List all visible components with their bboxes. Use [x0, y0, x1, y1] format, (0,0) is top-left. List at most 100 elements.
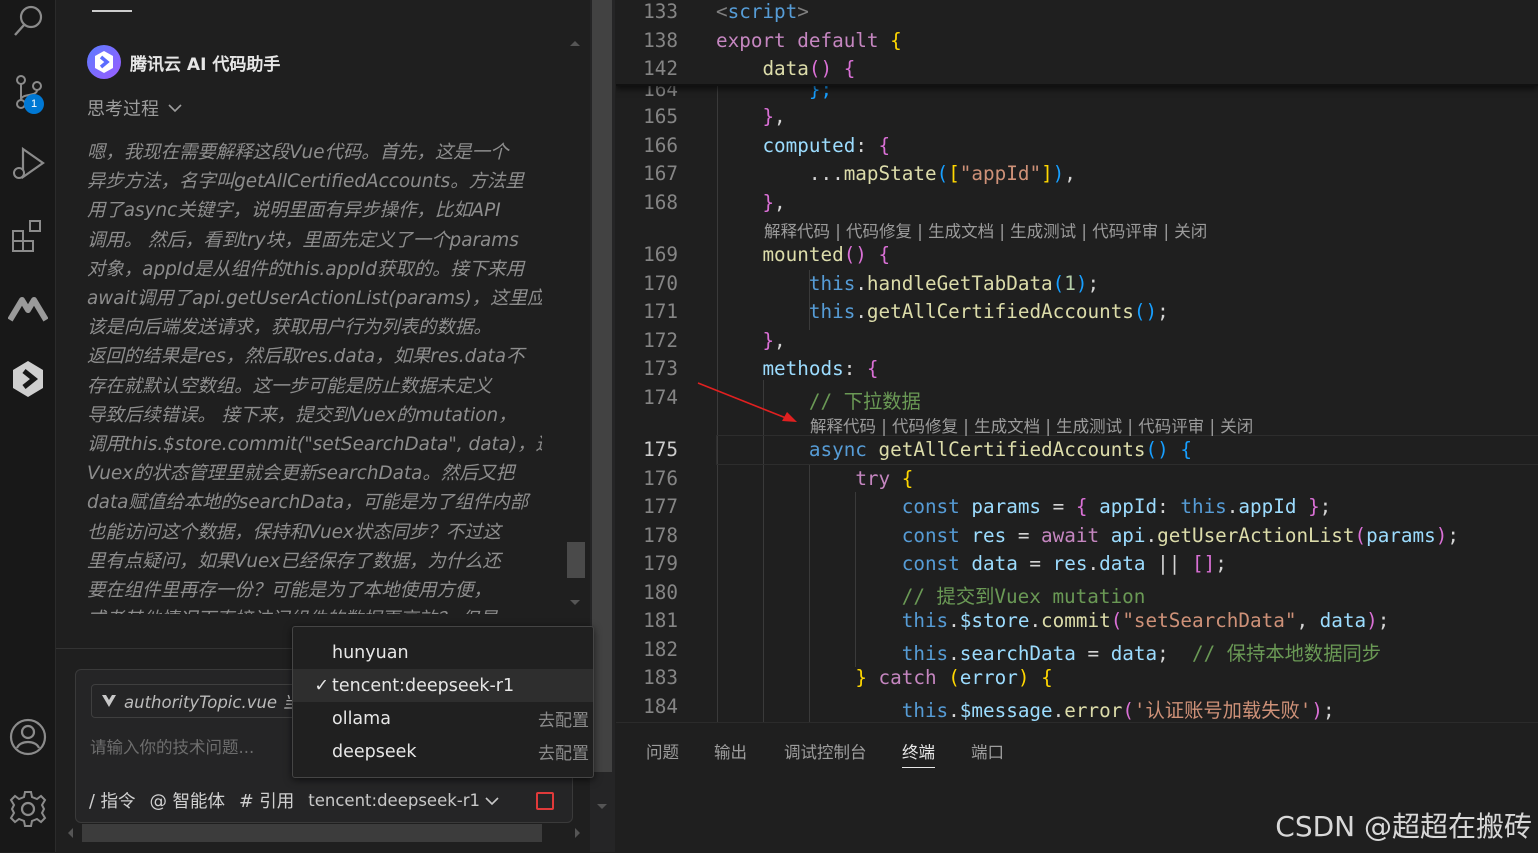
code-lens-actions[interactable]: 解释代码 | 代码修复 | 生成文档 | 生成测试 | 代码评审 | 关闭	[764, 218, 1207, 242]
model-option-name: hunyuan	[332, 642, 409, 663]
model-option[interactable]: hunyuan	[293, 636, 593, 669]
thought-line: 调用。 然后，看到try块，里面先定义了一个params	[87, 229, 519, 251]
agent-button[interactable]: @ 智能体	[149, 788, 225, 813]
code-line: ...mapState(["appId"]),	[716, 162, 1076, 185]
thought-line: data赋值给本地的searchData，可能是为了组件内部	[87, 492, 529, 514]
code-line: const params = { appId: this.appId };	[901, 495, 1332, 518]
thought-line: 要在组件里再存一份？可能是为了本地使用方便，	[87, 580, 492, 602]
code-lens-actions[interactable]: 解释代码 | 代码修复 | 生成文档 | 生成测试 | 代码评审 | 关闭	[810, 413, 1253, 437]
context-file-chip[interactable]: authorityTopic.vue 当	[91, 684, 310, 718]
thought-line: 里有点疑问，如果Vuex已经保存了数据，为什么还	[87, 550, 501, 572]
check-icon: ✓	[314, 675, 329, 696]
thought-line: 导致后续错误。 接下来，提交到Vuex的mutation，	[87, 404, 517, 426]
code-line: export default {	[716, 29, 902, 52]
line-number: 169	[643, 243, 678, 266]
thought-line: 调用this.$store.commit("setSearchData", da…	[87, 434, 542, 456]
stop-generation-button[interactable]	[536, 792, 554, 810]
side-scroll-thumb[interactable]	[567, 542, 585, 578]
configure-link[interactable]: 去配置	[538, 739, 589, 764]
search-icon[interactable]	[0, 0, 55, 46]
assistant-title: 腾讯云 AI 代码助手	[130, 54, 281, 75]
code-line: this.$message.error('认证账号加载失败');	[901, 699, 1335, 722]
side-horizontal-scrollbar[interactable]	[64, 822, 584, 844]
code-line: this.searchData = data; // 保持本地数据同步	[901, 642, 1382, 665]
thought-line: 对象，appId是从组件的this.appId获取的。接下来用	[87, 258, 525, 280]
panel-scroll-thumb[interactable]	[592, 0, 612, 772]
line-number: 177	[643, 495, 678, 518]
scroll-down-icon[interactable]	[590, 796, 615, 816]
tencent-ai-icon[interactable]	[0, 356, 55, 402]
line-number: 179	[643, 552, 678, 575]
code-line: <script>	[716, 0, 809, 23]
model-dropdown: hunyuan ✓ tencent:deepseek-r1 ollama 去配置 deep…	[292, 626, 594, 778]
code-line: this.getAllCertifiedAccounts();	[808, 300, 1169, 323]
thought-line: 存在就默认空数组。这一步可能是防止数据未定义	[87, 375, 492, 397]
extensions-icon[interactable]	[0, 214, 55, 260]
chat-toolbar: / 指令 @ 智能体 # 引用 tencent:deepseek-r1	[89, 788, 500, 813]
tab-terminal[interactable]: 终端	[902, 739, 935, 768]
thought-line: Vuex的状态管理里就会更新searchData。然后又把	[87, 463, 515, 485]
tab-debug-console[interactable]: 调试控制台	[784, 739, 867, 763]
thought-line: await调用了api.getUserActionList(params)，这里…	[87, 288, 542, 310]
side-panel-scrollbar[interactable]	[564, 34, 586, 614]
code-line: async getAllCertifiedAccounts() {	[808, 438, 1192, 461]
tab-problems[interactable]: 问题	[646, 739, 679, 763]
code-line: } catch (error) {	[855, 666, 1053, 689]
scroll-right-icon[interactable]	[570, 822, 584, 844]
thought-line: 或者其他情况下直接访问组件的数据更高效？ 但是	[87, 605, 542, 614]
codebuddy-m-icon[interactable]	[0, 286, 55, 332]
instruction-button[interactable]: / 指令	[89, 788, 135, 813]
code-editor[interactable]: 133 <script> 138 export default { 142 da…	[616, 0, 1538, 722]
thought-line: 返回的结果是res，然后取res.data，如果res.data不	[87, 346, 525, 368]
line-number: 176	[643, 467, 678, 490]
model-option-name: tencent:deepseek-r1	[332, 675, 515, 696]
line-number: 180	[643, 581, 678, 604]
tab-ports[interactable]: 端口	[971, 739, 1004, 763]
line-number: 183	[643, 666, 678, 689]
line-number: 175	[643, 438, 678, 461]
active-tab-indicator	[92, 10, 132, 12]
line-number: 181	[643, 609, 678, 632]
assistant-header: 腾讯云 AI 代码助手	[86, 44, 280, 80]
thought-line: 嗯，我现在需要解释这段Vue代码。首先，这是一个	[87, 142, 509, 163]
line-number: 172	[643, 329, 678, 352]
code-line: },	[762, 105, 786, 128]
settings-gear-icon[interactable]	[0, 786, 55, 832]
line-number: 174	[643, 386, 678, 409]
code-line: // 下拉数据	[808, 390, 921, 413]
code-line: },	[762, 329, 786, 352]
model-select-value: tencent:deepseek-r1	[308, 791, 481, 810]
line-number: 171	[643, 300, 678, 323]
horizontal-scroll-thumb[interactable]	[82, 824, 542, 842]
account-icon[interactable]	[0, 714, 55, 760]
model-option[interactable]: deepseek 去配置	[293, 735, 593, 768]
code-line: data() {	[762, 57, 856, 80]
code-line: // 提交到Vuex mutation	[901, 585, 1146, 608]
configure-link[interactable]: 去配置	[538, 706, 589, 731]
line-number: 167	[643, 162, 678, 185]
sticky-scroll-header[interactable]: 133 <script> 138 export default { 142 da…	[616, 0, 1538, 86]
scroll-left-icon[interactable]	[64, 822, 78, 844]
line-number: 165	[643, 105, 678, 128]
code-line: const res = await api.getUserActionList(…	[901, 524, 1459, 547]
vue-file-icon	[102, 695, 116, 707]
chat-input-placeholder[interactable]: 请输入你的技术问题...	[90, 734, 254, 758]
tab-output[interactable]: 输出	[714, 739, 747, 763]
code-line: },	[762, 191, 786, 214]
scroll-up-icon[interactable]	[564, 34, 586, 54]
line-number: 166	[643, 134, 678, 157]
scroll-down-icon[interactable]	[564, 592, 586, 612]
line-number: 178	[643, 524, 678, 547]
thought-line: 异步方法，名字叫getAllCertifiedAccounts。方法里	[87, 171, 524, 193]
run-debug-icon[interactable]	[0, 140, 55, 186]
model-option[interactable]: ollama 去配置	[293, 702, 593, 735]
line-number: 133	[643, 0, 678, 23]
thinking-process-toggle[interactable]: 思考过程	[87, 95, 183, 121]
thought-line: 也能访问这个数据，保持和Vuex状态同步？不过这	[87, 521, 501, 543]
line-number: 138	[643, 29, 678, 52]
code-line: methods: {	[762, 357, 879, 380]
thought-line: 该是向后端发送请求，获取用户行为列表的数据。	[87, 317, 492, 339]
model-select[interactable]: tencent:deepseek-r1	[308, 791, 500, 810]
model-option[interactable]: ✓ tencent:deepseek-r1	[293, 669, 593, 702]
reference-button[interactable]: # 引用	[239, 788, 294, 813]
